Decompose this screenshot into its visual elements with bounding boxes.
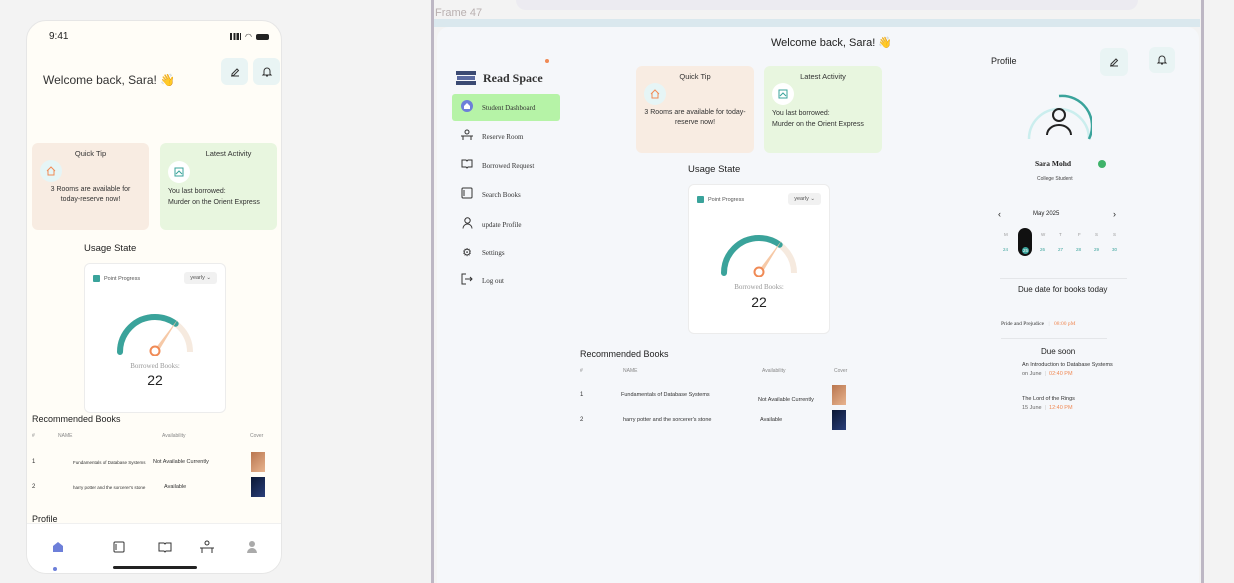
chart-icon xyxy=(772,83,794,105)
latest-activity-card: Latest Activity You last borrowed: Murde… xyxy=(160,143,277,230)
table-row[interactable]: 2 harry potter and the sorcerer's stone … xyxy=(580,409,860,431)
gauge-chart xyxy=(721,235,797,277)
calendar-next-button[interactable]: › xyxy=(1113,209,1116,219)
tab-home[interactable] xyxy=(51,540,65,557)
latest-activity-card: Latest Activity You last borrowed: Murde… xyxy=(764,66,882,153)
usage-gauge-card: Point Progress yearly ⌄ Borrowed Books: … xyxy=(84,263,226,413)
user-icon xyxy=(247,541,257,553)
book-open-icon xyxy=(158,542,172,553)
mobile-screen: 9:41 ◠ Welcome back, Sara! 👋 Quick Tip 3… xyxy=(26,20,282,574)
period-select[interactable]: yearly ⌄ xyxy=(184,272,217,284)
sidebar-item-reserve-room[interactable]: Reserve Room xyxy=(452,123,560,150)
book-cover-image xyxy=(832,410,846,430)
profile-role: College Student xyxy=(1037,176,1073,182)
edit-button[interactable] xyxy=(221,58,248,85)
tab-reserve-room[interactable] xyxy=(199,540,215,557)
book-cover-image xyxy=(832,385,846,405)
browser-tab-strip xyxy=(434,19,1200,27)
status-bar: 9:41 ◠ xyxy=(49,31,269,42)
notifications-button[interactable] xyxy=(1149,47,1175,73)
sidebar-item-search-books[interactable]: Search Books xyxy=(452,181,560,208)
sidebar-item-settings[interactable]: ⚙ Settings xyxy=(452,239,560,266)
due-today-title: Due date for books today xyxy=(1018,285,1108,294)
search-book-icon xyxy=(113,541,125,553)
tab-profile[interactable] xyxy=(246,540,258,557)
gauge-chart xyxy=(117,314,193,356)
welcome-message: Welcome back, Sara! 👋 xyxy=(43,73,176,87)
checkbox-icon[interactable] xyxy=(93,274,100,282)
verified-icon xyxy=(1098,160,1106,168)
book-cover-image xyxy=(251,477,265,497)
table-header: # NAME Availability Cover xyxy=(32,433,264,439)
calendar-month: May 2025 xyxy=(1033,211,1060,217)
edit-icon xyxy=(1110,58,1119,67)
desk-icon xyxy=(452,129,482,144)
bottom-tab-bar xyxy=(27,523,281,573)
signal-icon xyxy=(230,33,242,40)
table-header: # NAME Availability Cover xyxy=(580,368,848,374)
table-row[interactable]: 2 harry potter and the sorcerer's stone … xyxy=(32,476,272,498)
battery-icon xyxy=(256,33,269,40)
sidebar-item-student-dashboard[interactable]: Student Dashboard xyxy=(452,94,560,121)
book-cover-image xyxy=(251,452,265,472)
notifications-button[interactable] xyxy=(253,58,280,85)
recommended-title: Recommended Books xyxy=(32,414,121,424)
due-soon-title: Due soon xyxy=(1041,347,1076,356)
gauge-hub xyxy=(149,345,161,356)
usage-title: Usage State xyxy=(84,243,137,254)
logout-icon xyxy=(452,273,482,288)
brand-logo: Read Space xyxy=(455,69,543,87)
user-icon xyxy=(452,217,482,232)
search-book-icon xyxy=(452,186,482,203)
welcome-message: Welcome back, Sara! 👋 xyxy=(771,37,893,49)
divider xyxy=(1000,278,1127,279)
due-soon-item[interactable]: The Lord of the Rings 15 June | 12:40 PM xyxy=(1022,396,1075,411)
home-icon xyxy=(53,542,63,552)
period-select[interactable]: yearly ⌄ xyxy=(788,193,821,205)
checkbox-icon[interactable] xyxy=(697,195,704,203)
profile-title: Profile xyxy=(991,56,1017,66)
chart-icon xyxy=(168,161,190,183)
brand-dot xyxy=(545,59,549,63)
due-soon-item[interactable]: An Introduction to Database Systems on J… xyxy=(1022,362,1113,377)
edit-icon xyxy=(230,67,239,76)
usage-title: Usage State xyxy=(688,164,741,175)
profile-avatar xyxy=(1027,94,1092,140)
recommended-table: # NAME Availability Cover 1 Fundamentals… xyxy=(32,433,272,498)
bell-icon xyxy=(1156,55,1168,65)
recommended-table: # NAME Availability Cover 1 Fundamentals… xyxy=(580,368,860,431)
desktop-dashboard: Read Space Student Dashboard Reserve Roo… xyxy=(437,27,1199,583)
recommended-title: Recommended Books xyxy=(580,349,669,359)
bell-icon xyxy=(261,67,272,76)
tab-search-books[interactable] xyxy=(112,540,126,557)
desk-icon xyxy=(200,540,214,553)
gauge-hub xyxy=(753,266,765,277)
books-stack-icon xyxy=(456,71,476,85)
quick-tip-card: Quick Tip 3 Rooms are available for toda… xyxy=(636,66,754,153)
wifi-icon: ◠ xyxy=(245,32,252,41)
quick-tip-card: Quick Tip 3 Rooms are available for toda… xyxy=(32,143,149,230)
gear-icon: ⚙ xyxy=(462,247,472,259)
sidebar-item-borrowed-request[interactable]: Borrowed Request xyxy=(452,152,560,179)
status-time: 9:41 xyxy=(49,31,69,42)
house-icon xyxy=(40,160,62,182)
table-row[interactable]: 1 Fundamentals of Database Systems Not A… xyxy=(580,384,860,406)
calendar-prev-button[interactable]: ‹ xyxy=(998,209,1001,219)
sidebar-item-update-profile[interactable]: update Profile xyxy=(452,211,560,238)
home-indicator xyxy=(113,566,197,569)
edit-button[interactable] xyxy=(1100,48,1128,76)
divider xyxy=(1001,338,1107,339)
house-icon xyxy=(644,83,666,105)
tab-borrowed[interactable] xyxy=(158,540,172,557)
sidebar-item-log-out[interactable]: Log out xyxy=(452,267,560,294)
book-open-icon xyxy=(452,159,482,172)
due-today-item[interactable]: Pride and Prejudice | 08:00 pM xyxy=(1001,321,1075,327)
home-icon xyxy=(452,100,482,115)
active-tab-dot xyxy=(53,567,57,571)
profile-name: Sara Mohd xyxy=(1035,159,1072,168)
usage-gauge-card: Point Progress yearly ⌄ Borrowed Books: … xyxy=(688,184,830,334)
table-row[interactable]: 1 Fundamentals of Database Systems Not A… xyxy=(32,451,272,473)
